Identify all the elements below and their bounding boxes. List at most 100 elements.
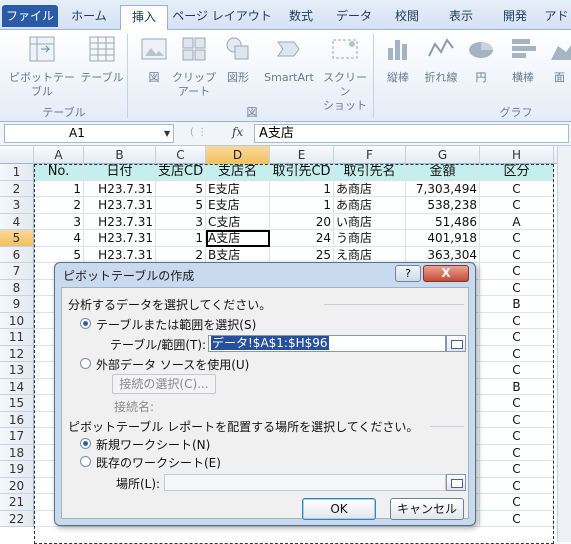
- column-header-a[interactable]: A: [34, 146, 84, 164]
- tab-formulas[interactable]: 数式: [276, 5, 326, 30]
- cell[interactable]: C: [480, 494, 554, 511]
- row-header[interactable]: 7: [0, 263, 34, 280]
- help-button[interactable]: ?: [395, 265, 421, 282]
- table-button[interactable]: テーブル: [80, 34, 124, 85]
- pivot-table-button[interactable]: ピボットテーブル: [4, 34, 80, 99]
- cell[interactable]: E支店: [206, 180, 270, 197]
- cell[interactable]: 401,918: [406, 230, 480, 247]
- cell[interactable]: H23.7.31: [84, 180, 156, 197]
- cell[interactable]: あ商店: [334, 180, 406, 197]
- picture-button[interactable]: 図: [136, 34, 172, 85]
- column-header-c[interactable]: C: [156, 146, 206, 164]
- choose-connection-button[interactable]: 接続の選択(C)...: [112, 374, 216, 394]
- row-header[interactable]: 11: [0, 329, 34, 346]
- tab-view[interactable]: 表示: [434, 5, 488, 30]
- header-cell[interactable]: 取引先CD: [270, 164, 334, 181]
- cell[interactable]: え商店: [334, 246, 406, 263]
- new-worksheet-option-label[interactable]: 新規ワークシート(N): [96, 436, 210, 453]
- cell[interactable]: C: [480, 329, 554, 346]
- ok-button[interactable]: OK: [302, 498, 376, 520]
- row-header[interactable]: 4: [0, 213, 34, 230]
- cell[interactable]: 1: [34, 180, 84, 197]
- cell[interactable]: C: [480, 246, 554, 263]
- row-header[interactable]: 16: [0, 411, 34, 428]
- cell[interactable]: C: [480, 312, 554, 329]
- tab-home[interactable]: ホーム: [60, 5, 118, 30]
- row-header[interactable]: 19: [0, 461, 34, 478]
- cell[interactable]: 538,238: [406, 197, 480, 214]
- bar-chart-button[interactable]: 横棒: [500, 34, 546, 85]
- cell[interactable]: 24: [270, 230, 334, 247]
- row-header[interactable]: 13: [0, 362, 34, 379]
- vertical-scrollbar[interactable]: [557, 146, 571, 542]
- header-cell[interactable]: 区分: [480, 164, 554, 181]
- header-cell[interactable]: 支店CD: [156, 164, 206, 181]
- tab-review[interactable]: 校閲: [382, 5, 432, 30]
- tab-data[interactable]: データ: [328, 5, 380, 30]
- cell[interactable]: C: [480, 279, 554, 296]
- cell[interactable]: H23.7.31: [84, 213, 156, 230]
- row-header[interactable]: 12: [0, 345, 34, 362]
- row-header[interactable]: 17: [0, 428, 34, 445]
- line-chart-button[interactable]: 折れ線: [418, 34, 464, 85]
- cell[interactable]: C: [480, 197, 554, 214]
- cell[interactable]: 25: [270, 246, 334, 263]
- location-collapse-button[interactable]: [446, 474, 466, 491]
- cell[interactable]: A: [480, 213, 554, 230]
- formula-bar-splitter-icon[interactable]: ( ⋮: [190, 127, 207, 138]
- row-header[interactable]: 9: [0, 296, 34, 313]
- tab-developer[interactable]: 開発: [490, 5, 540, 30]
- row-header[interactable]: 18: [0, 444, 34, 461]
- tab-page-layout[interactable]: ページ レイアウト: [170, 5, 274, 30]
- row-header[interactable]: 20: [0, 477, 34, 494]
- cell[interactable]: 1: [270, 197, 334, 214]
- shapes-button[interactable]: 図形: [218, 34, 258, 85]
- header-cell[interactable]: 取引先名: [334, 164, 406, 181]
- cell[interactable]: 5: [156, 180, 206, 197]
- cell[interactable]: 5: [34, 246, 84, 263]
- cell[interactable]: A支店: [206, 230, 270, 247]
- cancel-button[interactable]: キャンセル: [390, 498, 464, 520]
- cell[interactable]: 7,303,494: [406, 180, 480, 197]
- cell[interactable]: C: [480, 345, 554, 362]
- cell[interactable]: H23.7.31: [84, 197, 156, 214]
- cell[interactable]: 1: [270, 180, 334, 197]
- cell[interactable]: 2: [156, 246, 206, 263]
- row-header[interactable]: 10: [0, 312, 34, 329]
- cell[interactable]: い商店: [334, 213, 406, 230]
- row-header[interactable]: 1: [0, 164, 34, 181]
- tab-addins[interactable]: アド: [542, 5, 571, 30]
- header-cell[interactable]: 日付: [84, 164, 156, 181]
- cell[interactable]: C: [480, 461, 554, 478]
- cell[interactable]: C: [480, 230, 554, 247]
- existing-worksheet-option-label[interactable]: 既存のワークシート(E): [96, 454, 221, 471]
- cell[interactable]: H23.7.31: [84, 246, 156, 263]
- row-header[interactable]: 21: [0, 494, 34, 511]
- cell[interactable]: C: [480, 411, 554, 428]
- row-header[interactable]: 15: [0, 395, 34, 412]
- row-header[interactable]: 6: [0, 246, 34, 263]
- name-box-dropdown-icon[interactable]: ▼: [164, 129, 170, 138]
- cell[interactable]: C支店: [206, 213, 270, 230]
- pie-chart-button[interactable]: 円: [464, 34, 498, 85]
- cell[interactable]: 20: [270, 213, 334, 230]
- column-header-d[interactable]: D: [206, 146, 270, 164]
- cell[interactable]: あ商店: [334, 197, 406, 214]
- cell[interactable]: C: [480, 444, 554, 461]
- cell[interactable]: 2: [34, 197, 84, 214]
- cell[interactable]: 5: [156, 197, 206, 214]
- clipart-button[interactable]: クリップ アート: [172, 34, 216, 99]
- row-header[interactable]: 8: [0, 279, 34, 296]
- external-source-option-label[interactable]: 外部データ ソースを使用(U): [96, 356, 249, 373]
- cell[interactable]: E支店: [206, 197, 270, 214]
- smartart-button[interactable]: SmartArt: [258, 34, 320, 85]
- column-header-h[interactable]: H: [480, 146, 554, 164]
- header-cell[interactable]: 金額: [406, 164, 480, 181]
- cell[interactable]: B: [480, 378, 554, 395]
- cell[interactable]: C: [480, 395, 554, 412]
- insert-function-button[interactable]: fx: [232, 125, 243, 139]
- new-worksheet-radio[interactable]: [80, 438, 91, 449]
- cell[interactable]: C: [480, 477, 554, 494]
- column-chart-button[interactable]: 縦棒: [378, 34, 418, 85]
- name-box[interactable]: A1: [4, 124, 174, 143]
